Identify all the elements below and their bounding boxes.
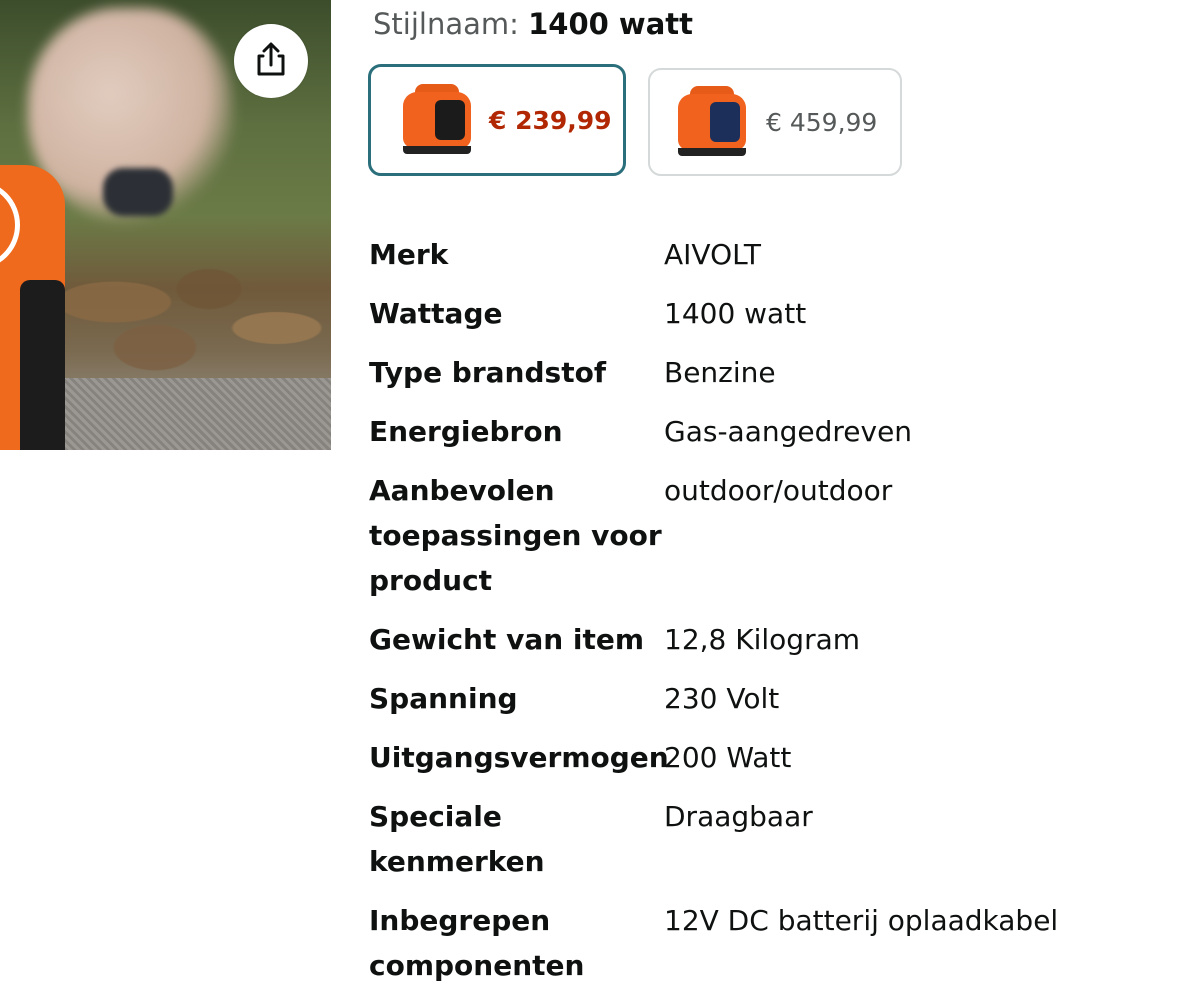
spec-key: Merk	[369, 238, 449, 271]
spec-key: Spanning	[369, 682, 518, 715]
spec-value: 12,8 Kilogram	[664, 623, 861, 656]
spec-value: outdoor/outdoor	[664, 474, 893, 507]
spec-value: 12V DC batterij oplaadkabel	[664, 904, 1059, 937]
spec-row-voltage: Spanning 230 Volt	[369, 676, 1149, 721]
style-name-value: 1400 watt	[528, 7, 694, 41]
spec-row-included-components: Inbegrepen componenten 12V DC batterij o…	[369, 898, 1149, 981]
spec-key: Gewicht van item	[369, 623, 645, 656]
spec-row-fuel-type: Type brandstof Benzine	[369, 350, 1149, 395]
spec-row-power-source: Energiebron Gas-aangedreven	[369, 409, 1149, 454]
spec-value: 1400 watt	[664, 297, 807, 330]
spec-key: Aanbevolen toepassingen voor product	[369, 474, 662, 597]
thumb-panel-shape	[435, 100, 465, 140]
spec-value: Benzine	[664, 356, 776, 389]
spec-key: Type brandstof	[369, 356, 607, 389]
thumb-panel-shape	[710, 102, 740, 142]
product-image[interactable]	[0, 0, 331, 450]
share-button[interactable]	[234, 24, 308, 98]
spec-key: Wattage	[369, 297, 503, 330]
style-option-2[interactable]: € 459,99	[648, 68, 902, 176]
generator-panel-shape	[20, 280, 65, 450]
gravel-decoration	[60, 378, 331, 450]
option-price: € 239,99	[489, 105, 612, 135]
generator-thumbnail	[397, 80, 477, 160]
spec-row-item-weight: Gewicht van item 12,8 Kilogram	[369, 617, 1149, 662]
spec-key: Uitgangsvermogen	[369, 741, 669, 774]
spec-row-recommended-uses: Aanbevolen toepassingen voor product out…	[369, 468, 1149, 603]
product-detail-page: Stijlnaam: 1400 watt € 239,99 € 459,99 M…	[0, 0, 1185, 981]
spec-value: Draagbaar	[664, 800, 813, 833]
style-name: Stijlnaam: 1400 watt	[373, 4, 693, 44]
spec-key: Inbegrepen componenten	[369, 904, 585, 981]
product-specs-table: Merk AIVOLT Wattage 1400 watt Type brand…	[369, 232, 1149, 981]
pull-handle-shape	[103, 168, 173, 216]
spec-row-special-features: Speciale kenmerken Draagbaar	[369, 794, 1149, 884]
spec-value: 200 Watt	[664, 741, 792, 774]
spec-value: 230 Volt	[664, 682, 780, 715]
spec-key: Energiebron	[369, 415, 563, 448]
share-icon	[251, 39, 291, 83]
spec-value: AIVOLT	[664, 238, 761, 271]
spec-row-output-power: Uitgangsvermogen 200 Watt	[369, 735, 1149, 780]
generator-thumbnail	[672, 82, 752, 162]
spec-row-brand: Merk AIVOLT	[369, 232, 1149, 277]
spec-value: Gas-aangedreven	[664, 415, 913, 448]
thumb-foot-shape	[678, 148, 746, 156]
option-price: € 459,99	[766, 107, 878, 137]
thumb-foot-shape	[403, 146, 471, 154]
leaves-decoration	[60, 250, 331, 380]
style-name-label: Stijlnaam:	[373, 7, 519, 41]
spec-row-wattage: Wattage 1400 watt	[369, 291, 1149, 336]
style-option-1400-watt[interactable]: € 239,99	[368, 64, 626, 176]
spec-key: Speciale kenmerken	[369, 800, 545, 878]
